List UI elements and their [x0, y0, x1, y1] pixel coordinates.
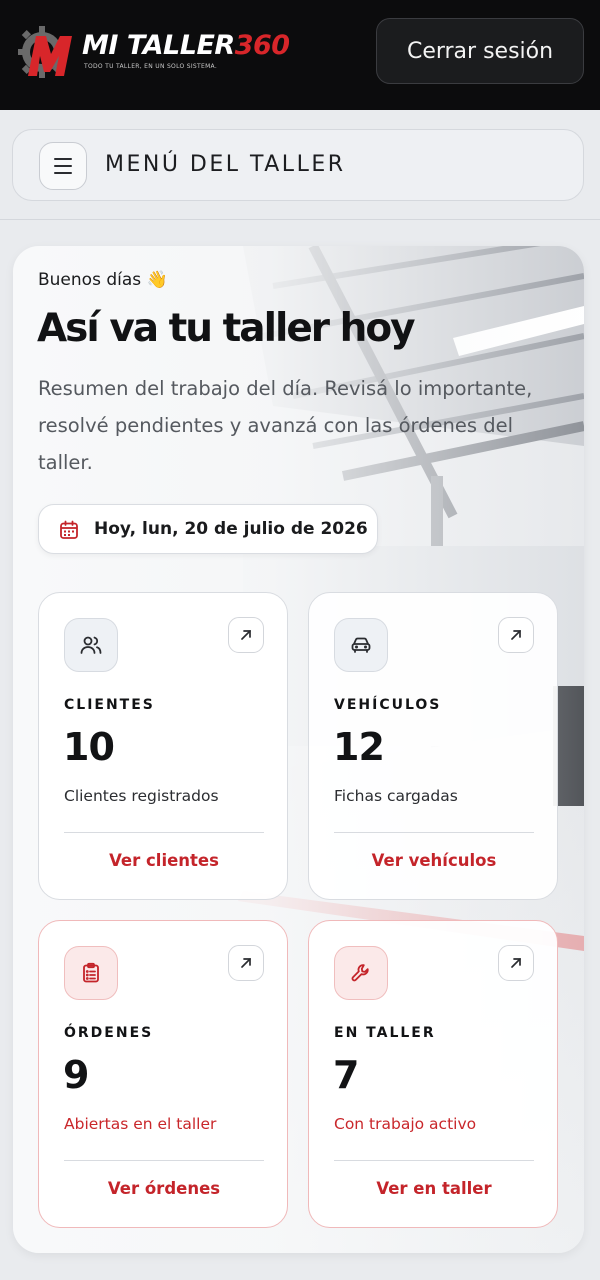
stat-value: 12: [333, 725, 385, 769]
logo-tagline: TODO TU TALLER, EN UN SOLO SISTEMA.: [84, 63, 218, 70]
stat-card-vehiculos[interactable]: VEHÍCULOS 12 Fichas cargadas Ver vehícul…: [308, 592, 558, 900]
dashboard-card: Buenos días 👋 Así va tu taller hoy Resum…: [13, 246, 584, 1253]
stat-subtitle: Clientes registrados: [64, 787, 219, 805]
stat-subtitle: Con trabajo activo: [334, 1115, 477, 1133]
divider: [64, 832, 264, 833]
view-clients-link[interactable]: Ver clientes: [39, 851, 289, 870]
date-text: Hoy, lun, 20 de julio de 2026: [94, 519, 368, 539]
menu-title: MENÚ DEL TALLER: [105, 152, 346, 177]
clipboard-icon: [64, 946, 118, 1000]
logo-text-primary: MI TALLER: [82, 30, 235, 61]
summary-description: Resumen del trabajo del día. Revisá lo i…: [38, 377, 533, 474]
stat-label: VEHÍCULOS: [334, 697, 442, 713]
logo-text-accent: 360: [234, 30, 290, 61]
hamburger-icon[interactable]: [39, 142, 87, 190]
stat-label: CLIENTES: [64, 697, 155, 713]
stat-card-clientes[interactable]: CLIENTES 10 Clientes registrados Ver cli…: [38, 592, 288, 900]
divider: [334, 1160, 534, 1161]
wrench-icon: [334, 946, 388, 1000]
workshop-menu-bar[interactable]: MENÚ DEL TALLER: [12, 129, 584, 201]
stat-subtitle: Abiertas en el taller: [64, 1115, 217, 1133]
stat-card-ordenes[interactable]: ÓRDENES 9 Abiertas en el taller Ver órde…: [38, 920, 288, 1228]
top-bar: MI TALLER360 TODO TU TALLER, EN UN SOLO …: [0, 0, 600, 110]
stat-value: 10: [63, 725, 115, 769]
date-badge: Hoy, lun, 20 de julio de 2026: [38, 504, 378, 554]
stat-value: 9: [63, 1053, 89, 1097]
divider: [64, 1160, 264, 1161]
app-logo[interactable]: MI TALLER360 TODO TU TALLER, EN UN SOLO …: [18, 22, 290, 82]
stat-label: ÓRDENES: [64, 1025, 154, 1041]
users-icon: [64, 618, 118, 672]
stat-value: 7: [333, 1053, 359, 1097]
stat-subtitle: Fichas cargadas: [334, 787, 458, 805]
view-orders-link[interactable]: Ver órdenes: [39, 1179, 289, 1198]
greeting-text: Buenos días 👋: [38, 270, 168, 290]
open-arrow-icon[interactable]: [228, 945, 264, 981]
open-arrow-icon[interactable]: [228, 617, 264, 653]
open-arrow-icon[interactable]: [498, 945, 534, 981]
gear-m-logo-icon: [18, 26, 72, 78]
page-title: Así va tu taller hoy: [37, 306, 416, 351]
stat-label: EN TALLER: [334, 1025, 436, 1041]
stat-card-en-taller[interactable]: EN TALLER 7 Con trabajo activo Ver en ta…: [308, 920, 558, 1228]
car-icon: [334, 618, 388, 672]
calendar-icon: [60, 520, 78, 539]
divider: [0, 219, 600, 220]
divider: [334, 832, 534, 833]
view-vehicles-link[interactable]: Ver vehículos: [309, 851, 559, 870]
open-arrow-icon[interactable]: [498, 617, 534, 653]
view-in-workshop-link[interactable]: Ver en taller: [309, 1179, 559, 1198]
logout-button[interactable]: Cerrar sesión: [376, 18, 584, 84]
